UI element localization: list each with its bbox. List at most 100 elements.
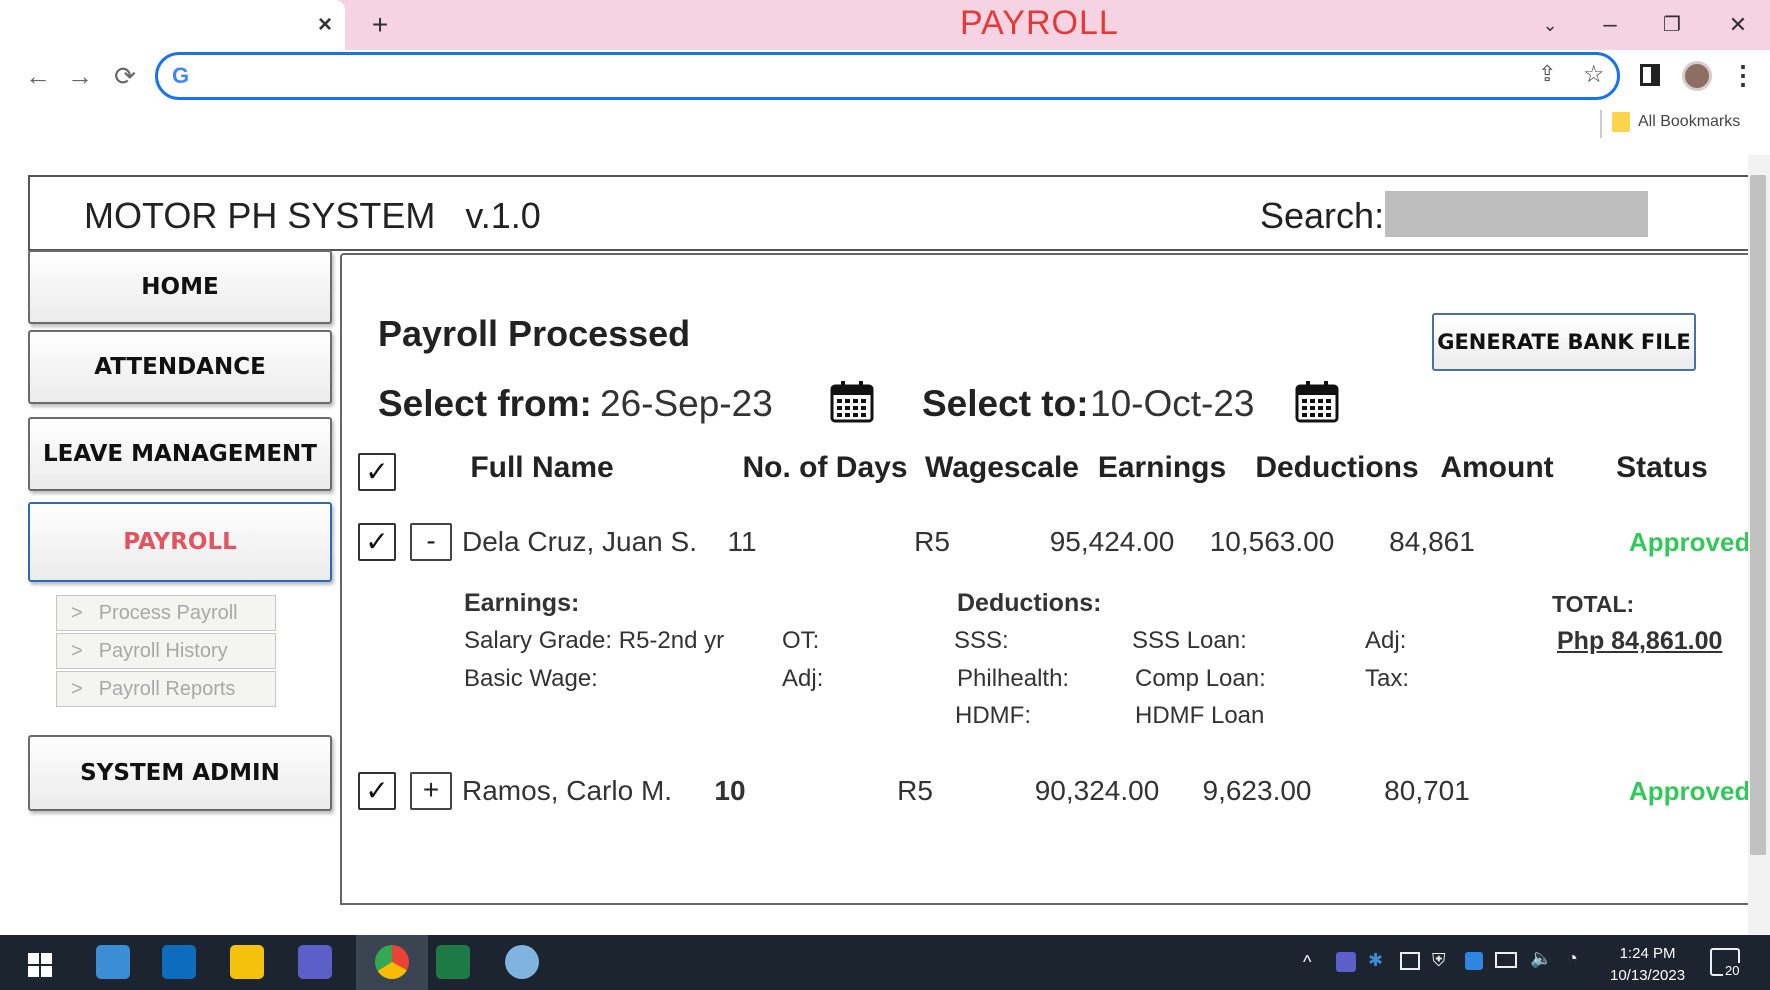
- deductions-adj-label: Adj:: [1365, 627, 1407, 654]
- earnings-cell: 95,424.00: [1049, 526, 1175, 557]
- nav-attendance-button[interactable]: ATTENDANCE: [28, 330, 332, 404]
- earnings-cell: 90,324.00: [1034, 775, 1160, 806]
- tax-label: Tax:: [1365, 665, 1410, 692]
- teams-icon[interactable]: [298, 945, 332, 979]
- minimize-icon[interactable]: –: [1590, 0, 1630, 50]
- hdmf-loan-label: HDMF Loan: [1135, 702, 1265, 729]
- generate-bank-file-button[interactable]: GENERATE BANK FILE: [1432, 313, 1696, 371]
- profile-avatar[interactable]: [1682, 61, 1712, 91]
- amount-cell: 84,861: [1389, 526, 1475, 557]
- forward-icon[interactable]: →: [62, 58, 98, 94]
- menu-kebab-icon[interactable]: ⋮: [1730, 60, 1756, 91]
- deductions-cell: 10,563.00: [1209, 526, 1335, 557]
- sss-label: SSS:: [954, 627, 1009, 654]
- basic-wage: Basic Wage:: [464, 665, 598, 692]
- philhealth-label: Philhealth:: [957, 665, 1070, 692]
- submenu-payroll-history[interactable]: > Payroll History: [56, 633, 276, 669]
- row-checkbox[interactable]: ✓: [358, 523, 396, 561]
- row-checkbox[interactable]: ✓: [358, 772, 396, 810]
- clock[interactable]: 1:24 PM 10/13/2023: [1610, 943, 1685, 987]
- sss-loan-label: SSS Loan:: [1132, 627, 1247, 654]
- calendar-from-icon[interactable]: [830, 379, 874, 423]
- share-icon[interactable]: ⇪: [1538, 61, 1556, 87]
- deductions-heading: Deductions:: [957, 589, 1102, 617]
- amount-cell: 80,701: [1384, 775, 1470, 806]
- window-title: PAYROLL: [960, 4, 1119, 42]
- col-days: No. of Days: [742, 451, 908, 484]
- search-input[interactable]: [1385, 191, 1648, 237]
- submenu-label: Payroll Reports: [98, 678, 236, 700]
- display-tray-icon[interactable]: [1400, 952, 1420, 970]
- chevron-right-icon: >: [71, 602, 83, 624]
- restore-icon[interactable]: ❐: [1652, 0, 1692, 50]
- excel-icon[interactable]: [436, 945, 470, 979]
- expand-row-button[interactable]: +: [410, 772, 452, 810]
- select-from-label: Select from:: [378, 383, 592, 424]
- sticky-notes-icon[interactable]: [230, 945, 264, 979]
- folder-icon: [1612, 112, 1630, 132]
- back-icon[interactable]: ←: [20, 58, 56, 94]
- bluetooth-icon[interactable]: ✱: [1368, 950, 1383, 971]
- bookmark-star-icon[interactable]: ☆: [1583, 60, 1605, 89]
- app-tray-icon[interactable]: [1465, 952, 1483, 970]
- bookmark-divider: [1600, 110, 1602, 138]
- security-tray-icon[interactable]: ⛨: [1432, 950, 1446, 971]
- file-explorer-icon[interactable]: [96, 945, 130, 979]
- hdmf-label: HDMF:: [955, 702, 1031, 729]
- col-status: Status: [1616, 451, 1708, 484]
- volume-icon[interactable]: 🔈: [1530, 948, 1552, 969]
- submenu-process-payroll[interactable]: > Process Payroll: [56, 595, 276, 631]
- app-header: MOTOR PH SYSTEM v.1.0 Search:: [28, 175, 1750, 251]
- col-earnings: Earnings: [1097, 451, 1227, 484]
- earnings-adj-label: Adj:: [782, 665, 824, 692]
- reload-icon[interactable]: ⟳: [107, 58, 143, 94]
- col-deductions: Deductions: [1255, 451, 1419, 484]
- app-title: MOTOR PH SYSTEM v.1.0: [84, 195, 541, 236]
- nav-system-admin-button[interactable]: SYSTEM ADMIN: [28, 735, 332, 811]
- collapse-row-button[interactable]: -: [410, 523, 452, 561]
- tab-close-icon[interactable]: ×: [305, 0, 345, 50]
- chrome-icon[interactable]: [375, 945, 409, 979]
- col-full-name: Full Name: [470, 451, 614, 484]
- outlook-icon[interactable]: [162, 945, 196, 979]
- salary-grade: Salary Grade: R5-2nd yr: [464, 627, 725, 654]
- browser-tab[interactable]: [0, 0, 345, 50]
- windows-start-icon[interactable]: [28, 953, 52, 977]
- select-from-value[interactable]: 26-Sep-23: [600, 383, 773, 425]
- total-value: Php 84,861.00: [1557, 627, 1723, 655]
- employee-name: Ramos, Carlo M.: [462, 775, 673, 806]
- tray-chevron-icon[interactable]: ^: [1303, 952, 1311, 973]
- wifi-icon[interactable]: ◔: [1567, 948, 1578, 969]
- submenu-payroll-reports[interactable]: > Payroll Reports: [56, 671, 276, 707]
- col-wagescale: Wagescale: [925, 451, 1079, 484]
- wagescale-cell: R5: [897, 775, 933, 806]
- select-to-value[interactable]: 10-Oct-23: [1090, 383, 1255, 425]
- battery-icon[interactable]: [1495, 952, 1517, 968]
- address-bar[interactable]: G ⇪ ☆: [155, 52, 1620, 100]
- nav-leave-management-button[interactable]: LEAVE MANAGEMENT: [28, 417, 332, 491]
- paint-icon[interactable]: [505, 945, 539, 979]
- nav-home-button[interactable]: HOME: [28, 250, 332, 324]
- clock-date: 10/13/2023: [1610, 967, 1686, 984]
- side-panel-icon[interactable]: [1640, 64, 1660, 86]
- search-label: Search:: [1260, 195, 1385, 236]
- bookmarks-label: All Bookmarks: [1638, 113, 1741, 131]
- scrollbar-thumb[interactable]: [1750, 175, 1766, 855]
- select-all-checkbox[interactable]: ✓: [358, 453, 396, 491]
- status-badge: Approved: [1629, 527, 1751, 557]
- calendar-to-icon[interactable]: [1295, 379, 1339, 423]
- new-tab-button[interactable]: +: [360, 0, 400, 50]
- teams-tray-icon[interactable]: [1336, 952, 1356, 972]
- ot-label: OT:: [782, 627, 820, 654]
- wagescale-cell: R5: [914, 526, 950, 557]
- nav-payroll-button[interactable]: PAYROLL: [28, 502, 332, 582]
- google-icon: G: [172, 63, 190, 88]
- select-to-label: Select to:: [922, 383, 1089, 424]
- chevron-right-icon: >: [71, 678, 83, 700]
- clock-time: 1:24 PM: [1619, 945, 1676, 962]
- all-bookmarks-button[interactable]: All Bookmarks: [1612, 112, 1770, 140]
- submenu-label: Process Payroll: [98, 602, 238, 624]
- payroll-panel: Payroll Processed GENERATE BANK FILE Sel…: [340, 253, 1754, 905]
- close-window-icon[interactable]: ✕: [1718, 0, 1758, 50]
- tab-search-icon[interactable]: ⌄: [1530, 0, 1570, 50]
